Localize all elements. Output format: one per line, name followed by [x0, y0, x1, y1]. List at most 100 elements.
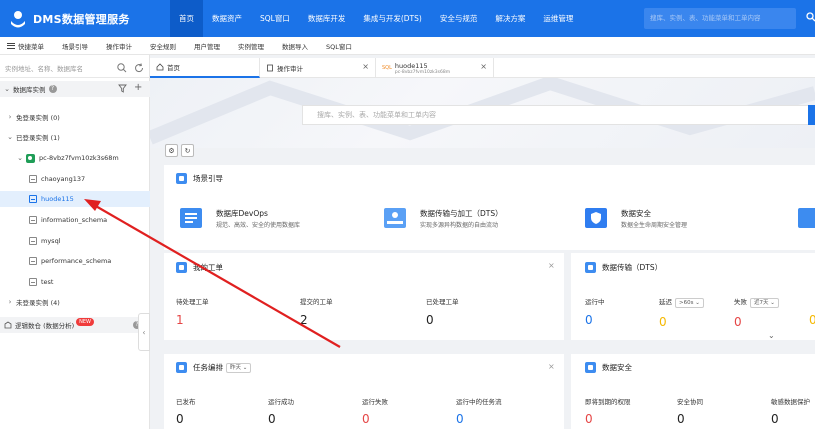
tasks-success-label: 运行成功 [268, 398, 294, 406]
tree-not-logged-instances[interactable]: › 未登录实例 (4) [0, 294, 150, 310]
dts-running-value[interactable]: 0 [585, 313, 593, 327]
refresh-icon[interactable]: ↻ [181, 144, 194, 157]
scene-icon [176, 173, 187, 184]
instance-sidebar: 实例地址、名称、数据库名 ⌄ 数据库实例 ? + › 免登录实例 (0) ⌄ 已… [0, 55, 150, 429]
hero-banner: 搜库、实例、表、功能菜单和工单内容 [150, 78, 815, 148]
security-card: 数据安全 即将到期的权限 0 安全协同 0 敏感数据保护 0 [571, 354, 815, 429]
scene-security[interactable]: 数据安全 数据全生命周期安全管理 [585, 205, 765, 235]
dts-card: 数据传输（DTS） 运行中 0 延迟 >60s ⌄ 0 失败 近7天 ⌄ 0 0 ⌄ [571, 253, 815, 340]
tree-db-test[interactable]: test [0, 274, 150, 290]
tasks-running-flows-value[interactable]: 0 [456, 412, 464, 426]
database-icon [29, 278, 37, 286]
tree-section-db-instances[interactable]: ⌄ 数据库实例 ? + [0, 81, 150, 97]
search-icon[interactable] [116, 62, 128, 74]
security-collab-value[interactable]: 0 [677, 412, 685, 426]
nav-solutions[interactable]: 解决方案 [486, 0, 534, 37]
tasks-failed-label: 运行失败 [362, 398, 388, 406]
security-title: 数据安全 [585, 362, 632, 373]
scene-devops[interactable]: 数据库DevOps 规范、高效、安全的使用数据库 [180, 205, 360, 235]
tasks-period-select[interactable]: 昨天 ⌄ [226, 362, 252, 373]
global-search-input[interactable]: 搜库、实例、表、功能菜单和工单内容 [644, 8, 796, 29]
tree-instance[interactable]: ⌄ pc-8vbz7fvm10zk3s68m [0, 150, 150, 166]
sensitive-data-label: 敏感数据保护 [771, 398, 810, 406]
scene-guide-title: 场景引导 [176, 173, 223, 184]
tasks-title: 任务编排 昨天 ⌄ [176, 362, 252, 373]
tree-db-chaoyang137[interactable]: chaoyang137 [0, 171, 150, 187]
pending-orders-value[interactable]: 1 [176, 313, 184, 327]
tree-db-performance-schema[interactable]: performance_schema [0, 253, 150, 269]
dts-delay-label: 延迟 >60s ⌄ [659, 296, 704, 308]
settings-icon[interactable]: ⚙ [165, 144, 178, 157]
toolbar-data-import[interactable]: 数据导入 [273, 41, 317, 51]
instance-icon [26, 153, 35, 163]
fail-select[interactable]: 近7天 ⌄ [750, 298, 779, 308]
document-icon [266, 64, 274, 72]
tasks-success-value[interactable]: 0 [268, 412, 276, 426]
filter-icon[interactable] [118, 84, 127, 93]
tasks-failed-value[interactable]: 0 [362, 412, 370, 426]
nav-data-assets[interactable]: 数据资产 [203, 0, 251, 37]
nav-ops[interactable]: 运维管理 [534, 0, 582, 37]
tab-sql-huode115[interactable]: SQL huode115 pc-8vbz7fvm10zk3s68m × [376, 58, 494, 78]
scene-more-icon[interactable] [798, 208, 815, 228]
chevron-down-icon: ⌄ [7, 133, 13, 141]
quick-menu-button[interactable]: 快捷菜单 [0, 41, 53, 51]
tree-logic-warehouse[interactable]: 逻辑数仓 (数据分析) NEW ? [0, 317, 150, 333]
tree-db-mysql[interactable]: mysql [0, 233, 150, 249]
expiring-perm-value[interactable]: 0 [585, 412, 593, 426]
sidebar-search-input[interactable]: 实例地址、名称、数据库名 [0, 63, 116, 73]
nav-home[interactable]: 首页 [170, 0, 203, 37]
tab-home[interactable]: 首页 [150, 58, 260, 78]
nav-db-dev[interactable]: 数据库开发 [299, 0, 355, 37]
app-logo[interactable]: DMS数据管理服务 [8, 9, 130, 29]
refresh-icon[interactable] [133, 62, 145, 74]
menu-icon [7, 42, 15, 49]
help-icon[interactable]: ? [48, 85, 57, 93]
pending-orders-label: 待处理工单 [176, 298, 209, 306]
sensitive-data-value[interactable]: 0 [771, 412, 779, 426]
chevron-right-icon: › [8, 298, 12, 306]
hero-search-button[interactable] [808, 105, 815, 125]
tab-audit[interactable]: 操作审计 × [260, 58, 376, 78]
chevron-down-icon[interactable]: ⌄ [768, 331, 775, 340]
toolbar-security-rules[interactable]: 安全规则 [141, 41, 185, 51]
tree-logged-in-instances[interactable]: ⌄ 已登录实例 (1) [0, 129, 150, 145]
sidebar-collapse-handle[interactable]: ‹ [138, 313, 150, 351]
security-collab-label: 安全协同 [677, 398, 703, 406]
app-title: DMS数据管理服务 [33, 13, 130, 26]
dts-extra-value[interactable]: 0 [809, 313, 815, 327]
toolbar-instance-mgmt[interactable]: 实例管理 [229, 41, 273, 51]
tree-db-information-schema[interactable]: information_schema [0, 212, 150, 228]
search-icon[interactable] [806, 12, 815, 26]
nav-dts[interactable]: 集成与开发(DTS) [354, 0, 430, 37]
my-orders-card: 我的工单 × 待处理工单 1 提交的工单 2 已处理工单 0 [164, 253, 564, 340]
dts-delay-value[interactable]: 0 [659, 315, 667, 329]
main-content: 首页 操作审计 × SQL huode115 pc-8vbz7fvm10zk3s… [150, 55, 815, 429]
dts-fail-value[interactable]: 0 [734, 315, 742, 329]
hero-search-input[interactable]: 搜库、实例、表、功能菜单和工单内容 [302, 105, 815, 125]
orders-icon [176, 262, 187, 273]
close-icon[interactable]: × [548, 362, 555, 371]
add-icon[interactable]: + [134, 82, 142, 93]
nav-sql-window[interactable]: SQL窗口 [251, 0, 299, 37]
toolbar-scene-guide[interactable]: 场景引导 [53, 41, 97, 51]
nav-security[interactable]: 安全与规范 [431, 0, 487, 37]
toolbar-audit[interactable]: 操作审计 [97, 41, 141, 51]
scene-dts[interactable]: 数据传输与加工（DTS） 实现多源异构数据的自由流动 [384, 205, 574, 235]
tree-free-login-instances[interactable]: › 免登录实例 (0) [0, 109, 150, 125]
warehouse-icon [4, 321, 12, 329]
close-icon[interactable]: × [480, 62, 487, 71]
close-icon[interactable]: × [548, 261, 555, 270]
database-icon [29, 237, 37, 245]
close-icon[interactable]: × [362, 62, 369, 71]
toolbar-sql-window[interactable]: SQL窗口 [317, 41, 361, 51]
tasks-published-value[interactable]: 0 [176, 412, 184, 426]
processed-orders-value[interactable]: 0 [426, 313, 434, 327]
submitted-orders-value[interactable]: 2 [300, 313, 308, 327]
tree-db-huode115[interactable]: huode115 [0, 191, 150, 207]
dts-icon [384, 208, 406, 228]
scene-guide-card: 场景引导 数据库DevOps 规范、高效、安全的使用数据库 数据传输与加工（DT… [164, 165, 815, 250]
toolbar-user-mgmt[interactable]: 用户管理 [185, 41, 229, 51]
tasks-running-flows-label: 运行中的任务流 [456, 398, 502, 406]
delay-select[interactable]: >60s ⌄ [675, 298, 704, 308]
